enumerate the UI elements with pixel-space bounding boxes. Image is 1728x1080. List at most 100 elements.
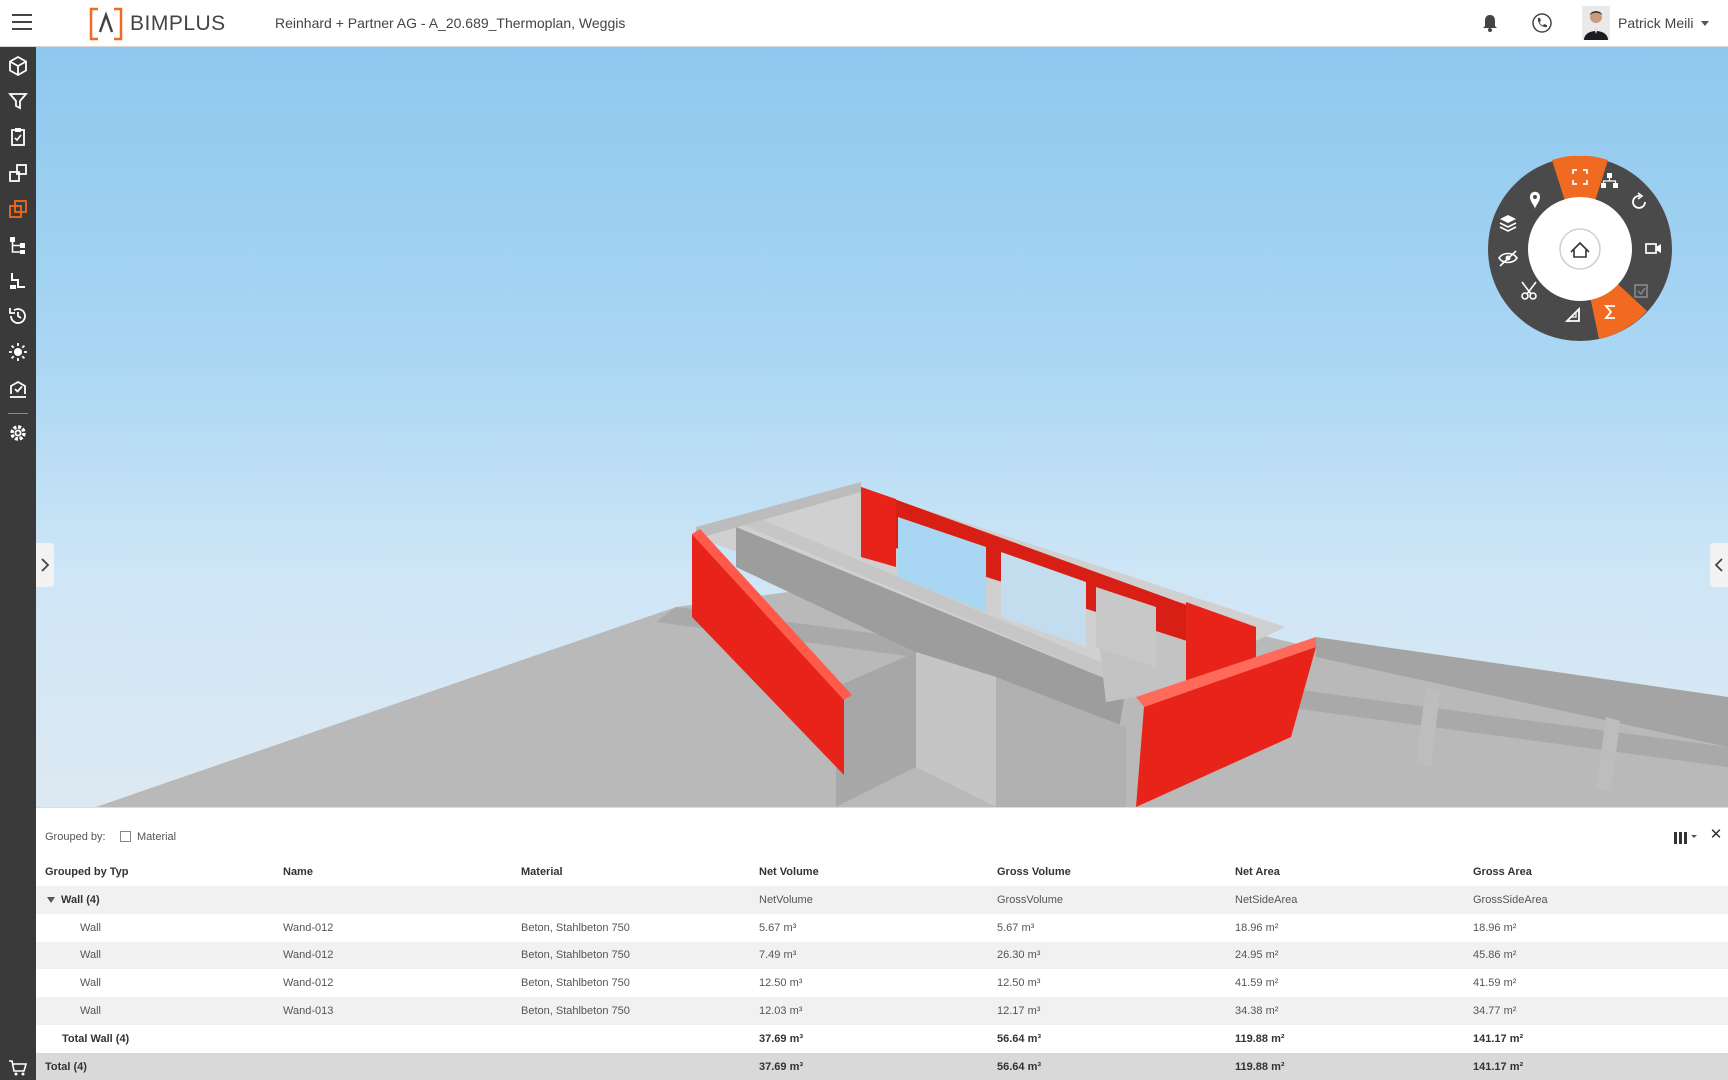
table-cell: 37.69 m³ xyxy=(750,1052,988,1080)
navigation-wheel[interactable] xyxy=(1487,156,1673,342)
table-cell: NetSideArea xyxy=(1226,886,1464,914)
settings-icon[interactable] xyxy=(6,421,30,445)
close-icon[interactable]: ✕ xyxy=(1708,827,1724,843)
expand-right-panel[interactable] xyxy=(1710,543,1728,587)
table-row[interactable]: Wall Wand-013 Beton, Stahlbeton 750 12.0… xyxy=(36,997,1728,1025)
table-row[interactable]: Wall Wand-012 Beton, Stahlbeton 750 5.67… xyxy=(36,914,1728,942)
table-cell xyxy=(512,1052,750,1080)
table-cell: 41.59 m² xyxy=(1235,977,1279,990)
column-header[interactable]: Net Area xyxy=(1226,858,1464,886)
table-cell xyxy=(274,1024,512,1053)
table-cell: Wall xyxy=(80,977,101,990)
quantity-table: Grouped by Typ Name Material Net Volume … xyxy=(36,858,1728,1080)
column-header[interactable]: Gross Area xyxy=(1464,858,1728,886)
material-checkbox[interactable] xyxy=(120,831,131,842)
table-cell: 12.17 m³ xyxy=(988,997,1226,1025)
table-cell: Wand-012 xyxy=(274,941,512,970)
table-cell: 12.50 m³ xyxy=(759,977,803,990)
chevron-down-icon xyxy=(1701,20,1710,26)
table-cell: 141.17 m² xyxy=(1464,1024,1728,1053)
group-cell[interactable]: Wall (4) xyxy=(36,886,274,914)
chevron-down-icon[interactable] xyxy=(47,896,55,903)
table-cell: Beton, Stahlbeton 750 xyxy=(512,997,750,1025)
highlighted-wall[interactable] xyxy=(861,487,896,567)
table-header: Grouped by Typ Name Material Net Volume … xyxy=(36,858,1728,886)
bell-icon[interactable] xyxy=(1479,12,1501,34)
phone-icon[interactable] xyxy=(1531,12,1553,34)
table-cell: 7.49 m³ xyxy=(750,941,988,970)
3d-viewport[interactable] xyxy=(36,47,1728,807)
project-title[interactable]: Reinhard + Partner AG - A_20.689_Thermop… xyxy=(275,15,625,31)
material-checkbox-label[interactable]: Material xyxy=(137,831,176,843)
table-cell: 41.59 m² xyxy=(1473,977,1517,990)
table-cell: 34.38 m² xyxy=(1226,997,1464,1025)
left-toolbar xyxy=(0,47,36,1080)
table-cell: 37.69 m³ xyxy=(750,1024,988,1053)
table-cell: Total Wall (4) xyxy=(36,1024,274,1053)
table-cell: 12.03 m³ xyxy=(750,997,988,1025)
history-icon[interactable] xyxy=(6,304,30,328)
grand-total-row: Total (4) 37.69 m³ 56.64 m³ 119.88 m² 14… xyxy=(36,1052,1728,1080)
cart-icon[interactable] xyxy=(8,1059,28,1077)
table-cell: 5.67 m³ xyxy=(997,921,1035,934)
checklist-icon[interactable] xyxy=(6,377,30,401)
column-header[interactable]: Material xyxy=(512,858,750,886)
toolbar-divider xyxy=(8,413,28,414)
brand-name: BIMPLUS xyxy=(130,12,226,35)
column-header[interactable]: Net Volume xyxy=(750,858,988,886)
table-cell: 119.88 m² xyxy=(1226,1024,1464,1053)
table-cell: 18.96 m² xyxy=(1235,921,1279,934)
table-cell: 12.50 m³ xyxy=(997,977,1041,990)
table-row[interactable]: Wall Wand-012 Beton, Stahlbeton 750 7.49… xyxy=(36,941,1728,970)
layers-active-icon[interactable] xyxy=(6,197,30,221)
table-cell xyxy=(512,886,750,914)
table-cell: Wall xyxy=(36,997,274,1025)
chevron-left-icon xyxy=(1714,558,1723,572)
table-cell: Wall xyxy=(80,921,101,934)
table-cell: 56.64 m³ xyxy=(988,1052,1226,1080)
expand-left-panel[interactable] xyxy=(36,543,54,587)
table-cell: 56.64 m³ xyxy=(988,1024,1226,1053)
top-bar: BIMPLUS Reinhard + Partner AG - A_20.689… xyxy=(0,0,1728,47)
objects-icon[interactable] xyxy=(6,161,30,185)
table-cell: Beton, Stahlbeton 750 xyxy=(521,977,630,990)
table-cell: Wall xyxy=(36,941,274,970)
columns-icon[interactable] xyxy=(1672,829,1700,845)
clipboard-icon[interactable] xyxy=(6,125,30,149)
table-cell: GrossVolume xyxy=(988,886,1226,914)
menu-icon[interactable] xyxy=(12,14,32,32)
table-cell: 34.77 m² xyxy=(1464,997,1728,1025)
group-row[interactable]: Wall (4) NetVolume GrossVolume NetSideAr… xyxy=(36,886,1728,914)
bimplus-logo[interactable]: BIMPLUS xyxy=(88,6,226,42)
structure-icon[interactable] xyxy=(6,269,30,293)
table-cell: NetVolume xyxy=(750,886,988,914)
table-cell xyxy=(512,1024,750,1053)
table-cell: 141.17 m² xyxy=(1464,1052,1728,1080)
table-cell xyxy=(274,1052,512,1080)
building-model[interactable] xyxy=(36,47,1728,807)
home-icon[interactable] xyxy=(1559,228,1601,270)
chevron-right-icon xyxy=(41,558,50,572)
light-icon[interactable] xyxy=(6,340,30,364)
table-cell: 18.96 m² xyxy=(1473,921,1517,934)
user-name: Patrick Meili xyxy=(1618,15,1694,31)
column-header[interactable]: Gross Volume xyxy=(988,858,1226,886)
column-header[interactable]: Grouped by Typ xyxy=(36,858,274,886)
quantity-panel: Grouped by: Material ✕ Grouped by Typ Na… xyxy=(36,807,1728,1080)
grouping-bar: Grouped by: Material ✕ xyxy=(36,808,1728,858)
table-cell xyxy=(274,886,512,914)
column-header[interactable]: Name xyxy=(274,858,512,886)
grouped-by-label: Grouped by: xyxy=(45,831,106,843)
table-cell: Beton, Stahlbeton 750 xyxy=(521,921,630,934)
total-wall-row: Total Wall (4) 37.69 m³ 56.64 m³ 119.88 … xyxy=(36,1024,1728,1053)
table-cell: Total (4) xyxy=(36,1052,274,1080)
table-cell: 26.30 m³ xyxy=(988,941,1226,970)
table-cell: 24.95 m² xyxy=(1226,941,1464,970)
filter-icon[interactable] xyxy=(6,89,30,113)
table-cell: 45.86 m² xyxy=(1464,941,1728,970)
hierarchy-icon[interactable] xyxy=(6,233,30,257)
cube-icon[interactable] xyxy=(6,54,30,78)
table-row[interactable]: Wall Wand-012 Beton, Stahlbeton 750 12.5… xyxy=(36,969,1728,997)
avatar xyxy=(1582,6,1610,40)
user-menu[interactable]: Patrick Meili xyxy=(1582,6,1710,40)
